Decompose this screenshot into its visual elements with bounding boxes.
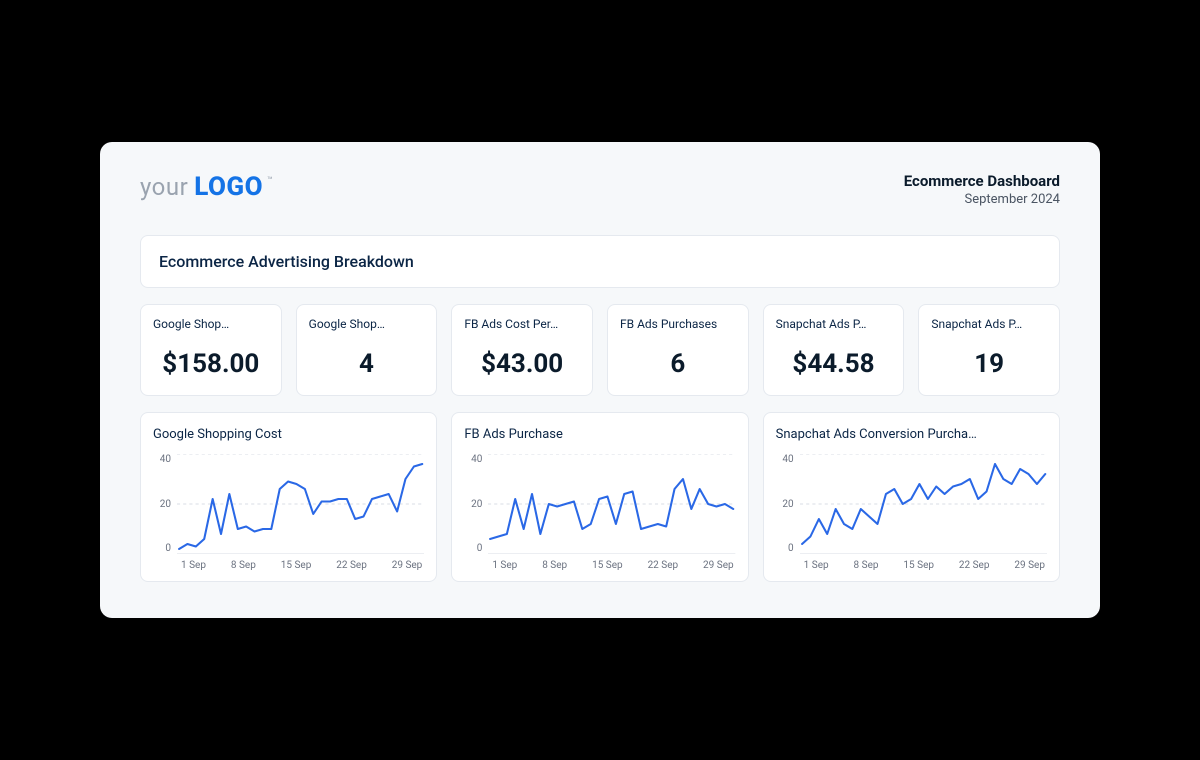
chart-x-axis: 1 Sep 8 Sep 15 Sep 22 Sep 29 Sep [800, 560, 1047, 571]
y-tick: 0 [464, 543, 482, 554]
chart-card-snapchat-ads-conversion: Snapchat Ads Conversion Purcha… 40 20 0 … [763, 412, 1060, 582]
x-tick: 29 Sep [392, 560, 423, 571]
x-tick: 1 Sep [181, 560, 206, 571]
kpi-card: FB Ads Purchases 6 [607, 304, 749, 396]
kpi-card: Google Shop… 4 [296, 304, 438, 396]
page-title: Ecommerce Dashboard [904, 172, 1060, 190]
x-tick: 15 Sep [903, 560, 934, 571]
y-tick: 40 [776, 454, 794, 465]
chart-body: 40 20 0 1 Sep 8 Sep 15 Sep 22 Sep 29 Sep [776, 454, 1047, 571]
y-tick: 0 [153, 543, 171, 554]
x-tick: 29 Sep [703, 560, 734, 571]
x-tick: 8 Sep [231, 560, 256, 571]
chart-x-axis: 1 Sep 8 Sep 15 Sep 22 Sep 29 Sep [177, 560, 424, 571]
kpi-label: Snapchat Ads P… [776, 317, 892, 331]
chart-plot [800, 454, 1047, 554]
chart-card-fb-ads-purchase: FB Ads Purchase 40 20 0 1 Sep 8 Sep 15 S… [451, 412, 748, 582]
logo-word-logo: LOGO [194, 172, 263, 202]
chart-plot-wrap: 1 Sep 8 Sep 15 Sep 22 Sep 29 Sep [800, 454, 1047, 571]
kpi-label: Google Shop… [309, 317, 425, 331]
x-tick: 15 Sep [281, 560, 312, 571]
chart-y-axis: 40 20 0 [153, 454, 171, 554]
x-tick: 22 Sep [336, 560, 367, 571]
chart-title: Google Shopping Cost [153, 427, 424, 442]
logo-tm: ™ [267, 176, 273, 186]
chart-y-axis: 40 20 0 [776, 454, 794, 554]
kpi-label: FB Ads Purchases [620, 317, 736, 331]
x-tick: 8 Sep [854, 560, 879, 571]
kpi-grid: Google Shop… $158.00 Google Shop… 4 FB A… [140, 304, 1060, 396]
kpi-card: FB Ads Cost Per… $43.00 [451, 304, 593, 396]
chart-title: FB Ads Purchase [464, 427, 735, 442]
y-tick: 0 [776, 543, 794, 554]
section-title: Ecommerce Advertising Breakdown [140, 235, 1060, 288]
kpi-value: $44.58 [776, 349, 892, 379]
header: your LOGO ™ Ecommerce Dashboard Septembe… [140, 172, 1060, 207]
chart-plot [177, 454, 424, 554]
y-tick: 20 [464, 499, 482, 510]
kpi-card: Snapchat Ads P… $44.58 [763, 304, 905, 396]
chart-plot-wrap: 1 Sep 8 Sep 15 Sep 22 Sep 29 Sep [488, 454, 735, 571]
x-tick: 15 Sep [592, 560, 623, 571]
chart-y-axis: 40 20 0 [464, 454, 482, 554]
x-tick: 1 Sep [804, 560, 829, 571]
kpi-value: $158.00 [153, 349, 269, 379]
x-tick: 8 Sep [542, 560, 567, 571]
kpi-card: Google Shop… $158.00 [140, 304, 282, 396]
chart-body: 40 20 0 1 Sep 8 Sep 15 Sep 22 Sep 29 Sep [464, 454, 735, 571]
dashboard-window: your LOGO ™ Ecommerce Dashboard Septembe… [100, 142, 1100, 618]
chart-x-axis: 1 Sep 8 Sep 15 Sep 22 Sep 29 Sep [488, 560, 735, 571]
chart-card-google-shopping-cost: Google Shopping Cost 40 20 0 1 Sep 8 Sep… [140, 412, 437, 582]
page-subtitle: September 2024 [904, 192, 1060, 207]
x-tick: 22 Sep [648, 560, 679, 571]
kpi-value: 4 [309, 349, 425, 379]
chart-plot-wrap: 1 Sep 8 Sep 15 Sep 22 Sep 29 Sep [177, 454, 424, 571]
chart-body: 40 20 0 1 Sep 8 Sep 15 Sep 22 Sep 29 Sep [153, 454, 424, 571]
x-tick: 29 Sep [1014, 560, 1045, 571]
chart-title: Snapchat Ads Conversion Purcha… [776, 427, 1047, 442]
kpi-card: Snapchat Ads P… 19 [918, 304, 1060, 396]
y-tick: 20 [153, 499, 171, 510]
logo-word-your: your [140, 173, 188, 201]
kpi-value: 19 [931, 349, 1047, 379]
chart-grid: Google Shopping Cost 40 20 0 1 Sep 8 Sep… [140, 412, 1060, 582]
logo: your LOGO ™ [140, 172, 275, 202]
kpi-label: Google Shop… [153, 317, 269, 331]
kpi-label: Snapchat Ads P… [931, 317, 1047, 331]
kpi-value: $43.00 [464, 349, 580, 379]
y-tick: 40 [153, 454, 171, 465]
x-tick: 1 Sep [492, 560, 517, 571]
header-right: Ecommerce Dashboard September 2024 [904, 172, 1060, 207]
kpi-value: 6 [620, 349, 736, 379]
y-tick: 40 [464, 454, 482, 465]
x-tick: 22 Sep [959, 560, 990, 571]
chart-plot [488, 454, 735, 554]
y-tick: 20 [776, 499, 794, 510]
kpi-label: FB Ads Cost Per… [464, 317, 580, 331]
